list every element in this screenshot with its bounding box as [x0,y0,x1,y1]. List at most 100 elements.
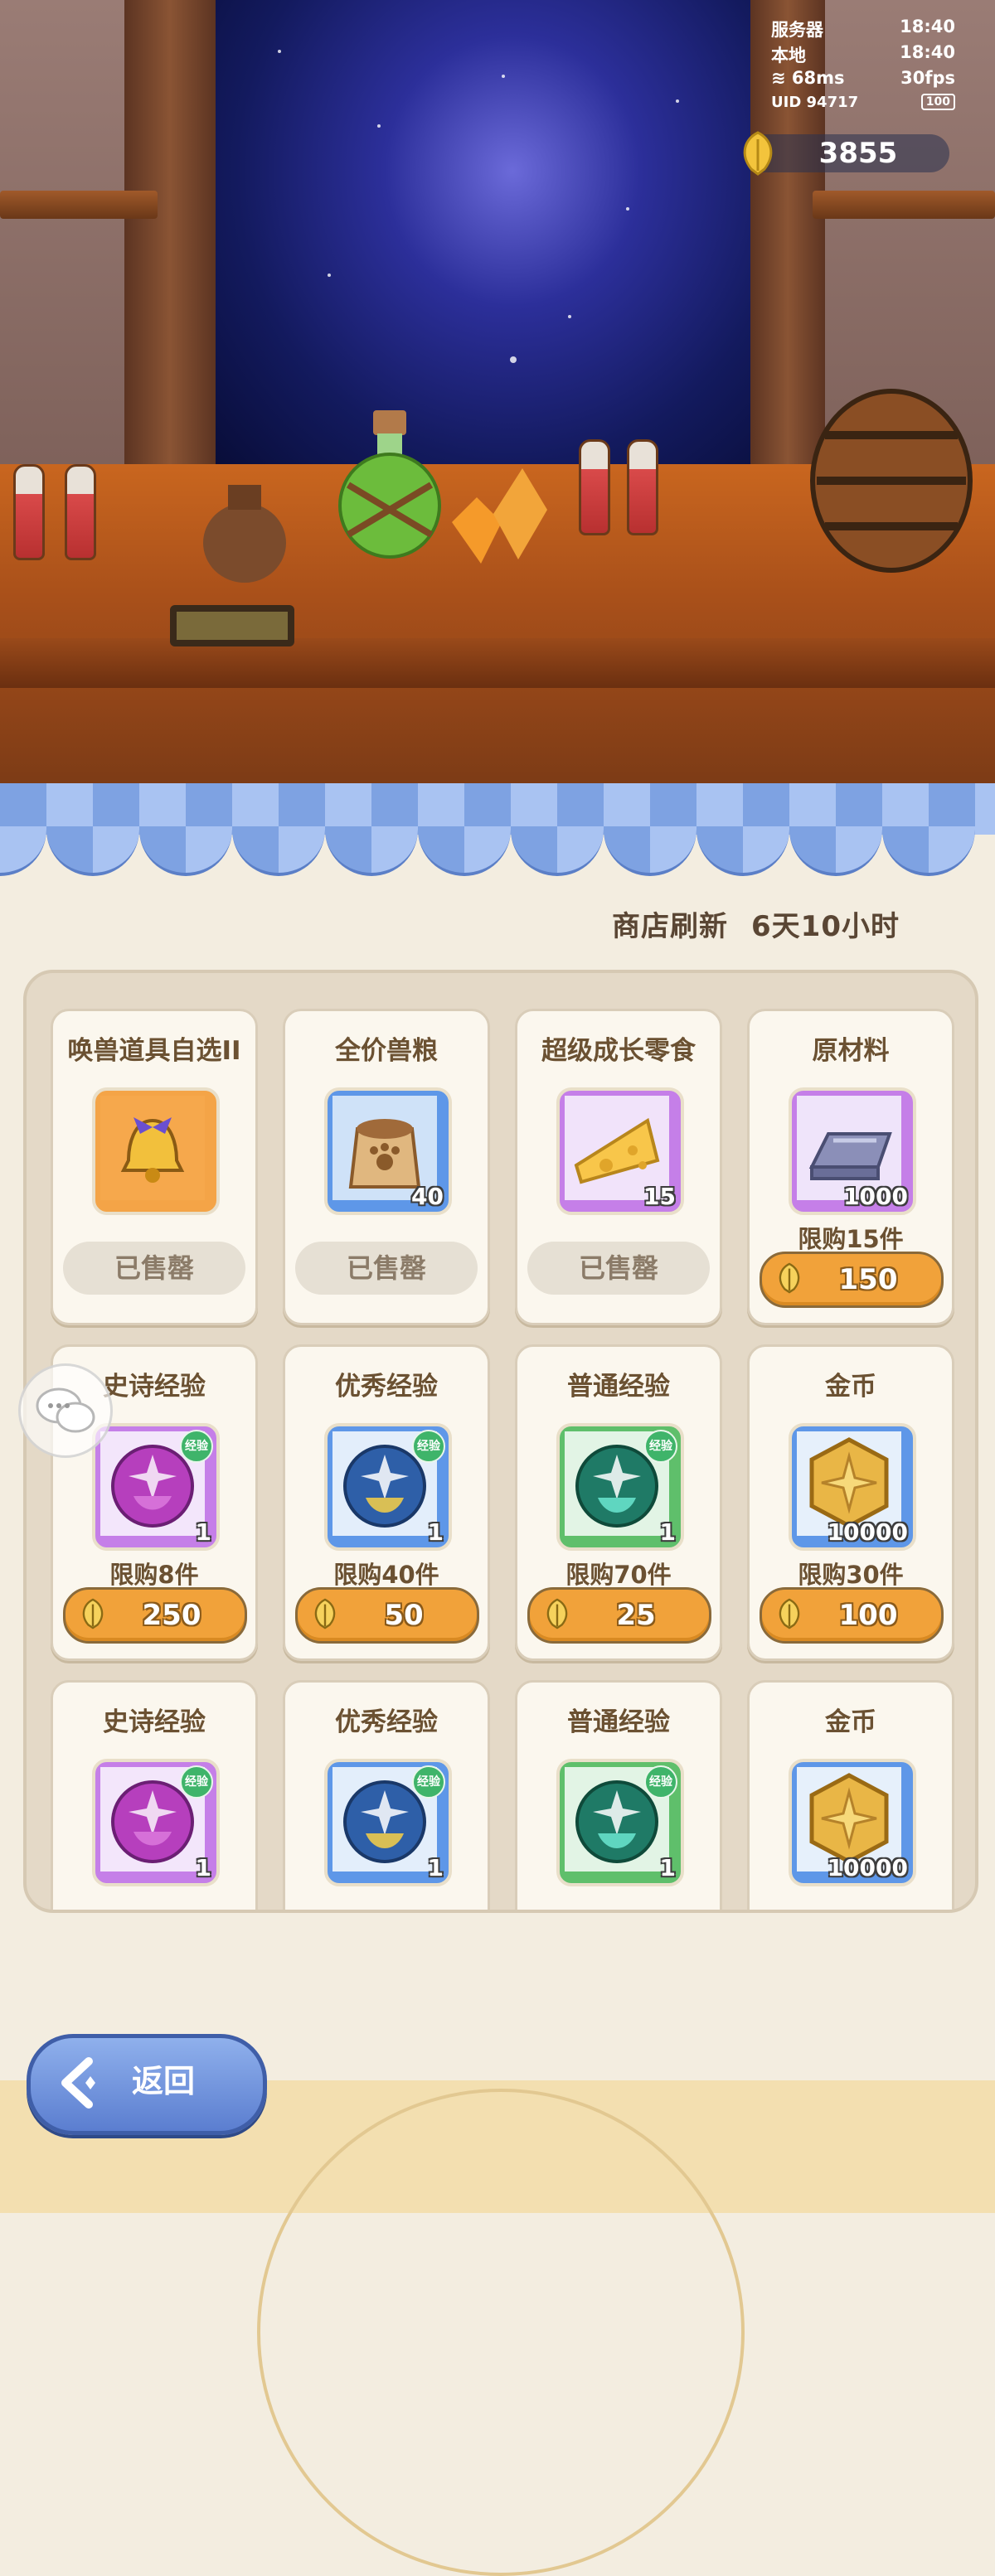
shop-item-card[interactable]: 金币 10000 [747,1680,954,1910]
ping-value: 68ms [791,68,845,88]
shop-scene [0,0,995,796]
refresh-time: 6天10小时 [751,910,900,943]
item-icon-frame: 经验 1 [92,1423,220,1551]
golden-leaf-icon [743,131,773,176]
item-title: 全价兽粮 [335,1036,438,1066]
red-potion-icon [65,464,96,560]
item-title: 普通经验 [567,1372,670,1402]
right-upper-shelf [813,191,995,219]
red-potion-icon [579,439,610,535]
wifi-icon: ≋ [771,68,786,88]
purchase-limit: 限购40件 [333,1561,439,1589]
exp-tag: 经验 [180,1765,213,1799]
item-icon-frame [92,1087,220,1215]
item-icon-frame: 经验 1 [556,1759,684,1886]
battery-icon: 100 [920,94,955,110]
item-icon-frame: 经验 1 [556,1423,684,1551]
exp-tag: 经验 [412,1430,445,1463]
back-label: 返回 [132,2063,196,2099]
red-potion-icon [627,439,658,535]
purchase-limit: 限购15件 [798,1225,904,1253]
item-icon-frame: 10000 [789,1423,916,1551]
item-icon-frame: 经验 1 [324,1423,452,1551]
currency-display: 3855 [743,131,949,176]
item-title: 超级成长零食 [541,1036,696,1066]
back-arrow-icon [61,2057,95,2109]
ornament-circle [257,2089,745,2576]
exp-tag: 经验 [644,1430,677,1463]
sold-out-button: 已售罄 [295,1242,478,1295]
shop-refresh-timer: 商店刷新 6天10小时 [612,903,900,944]
green-potion-icon [338,410,441,559]
shop-item-card[interactable]: 原材料 1000 限购15件 150 [747,1009,954,1325]
item-title: 优秀经验 [335,1372,438,1402]
shop-item-card[interactable]: 优秀经验 经验 1 [283,1680,490,1910]
item-quantity: 1 [195,1854,211,1881]
local-time: 18:40 [900,42,955,62]
local-label: 本地 [771,46,806,65]
item-quantity: 10000 [827,1518,908,1546]
shop-item-card[interactable]: 普通经验经验 1 限购70件 25 [515,1344,722,1661]
shop-item-card[interactable]: 唤兽道具自选II 已售罄 [51,1009,258,1325]
shop-item-card[interactable]: 优秀经验经验 1 限购40件 50 [283,1344,490,1661]
item-title: 史诗经验 [103,1707,206,1737]
item-quantity: 40 [411,1183,444,1210]
item-icon-frame: 40 [324,1087,452,1215]
item-title: 原材料 [812,1036,890,1066]
shop-awning [0,783,995,876]
sold-out-button: 已售罄 [63,1242,245,1295]
server-time: 18:40 [900,17,955,36]
item-title: 金币 [825,1372,876,1402]
uid-label: UID 94717 [771,94,859,111]
purchase-limit: 限购8件 [109,1561,199,1589]
price-value: 50 [384,1599,424,1632]
item-icon-frame: 1000 [789,1087,916,1215]
exp-tag: 经验 [644,1765,677,1799]
counter-edge [0,638,995,688]
chat-icon [36,1387,95,1433]
server-label: 服务器 [771,20,823,40]
pouch-icon [203,485,286,583]
price-value: 150 [838,1263,898,1296]
item-icon-frame: 10000 [789,1759,916,1886]
shop-item-card[interactable]: 史诗经验经验 1 [51,1680,258,1910]
shop-item-card[interactable]: 超级成长零食 15 已售罄 [515,1009,722,1325]
item-title: 唤兽道具自选II [67,1036,241,1066]
price-value: 250 [142,1599,201,1632]
price-value: 100 [838,1599,898,1632]
buy-button[interactable]: 250 [63,1587,247,1644]
left-pillar [124,0,216,497]
item-icon-frame: 经验 1 [92,1759,220,1886]
buy-button[interactable]: 150 [760,1252,944,1308]
golden-bell-icon [100,1096,205,1200]
item-quantity: 1 [427,1854,444,1881]
sold-out-button: 已售罄 [527,1242,710,1295]
buy-button[interactable]: 100 [760,1587,944,1644]
refresh-label: 商店刷新 [612,910,729,943]
buy-button[interactable]: 50 [295,1587,479,1644]
exp-tag: 经验 [412,1765,445,1799]
price-value: 25 [616,1599,656,1632]
chat-button[interactable] [18,1363,113,1458]
shop-item-panel[interactable]: 唤兽道具自选II 已售罄 全价兽粮 40 已售罄 超级成长零食 15 已售罄 原材料 1000 限购… [23,970,978,1913]
item-title: 普通经验 [567,1707,670,1737]
shop-item-card[interactable]: 金币 10000 限购30件 100 [747,1344,954,1661]
starry-window [211,0,759,489]
status-overlay: 服务器 18:40 本地 18:40 ≋ 68ms 30fps UID 94717 10… [771,17,955,119]
amber-crystal-icon [452,468,547,564]
item-quantity: 1000 [843,1183,908,1210]
barrel-icon [810,389,973,573]
left-upper-shelf [0,191,158,219]
back-button[interactable]: 返回 [27,2034,267,2135]
shop-item-card[interactable]: 全价兽粮 40 已售罄 [283,1009,490,1325]
left-wall [0,0,124,514]
item-quantity: 1 [659,1518,676,1546]
fps-value: 30fps [900,68,955,88]
shop-item-card[interactable]: 普通经验经验 1 [515,1680,722,1910]
item-icon-frame: 经验 1 [324,1759,452,1886]
purchase-limit: 限购70件 [565,1561,672,1589]
item-quantity: 1 [195,1518,211,1546]
buy-button[interactable]: 25 [527,1587,711,1644]
exp-tag: 经验 [180,1430,213,1463]
currency-value: 3855 [818,137,898,170]
